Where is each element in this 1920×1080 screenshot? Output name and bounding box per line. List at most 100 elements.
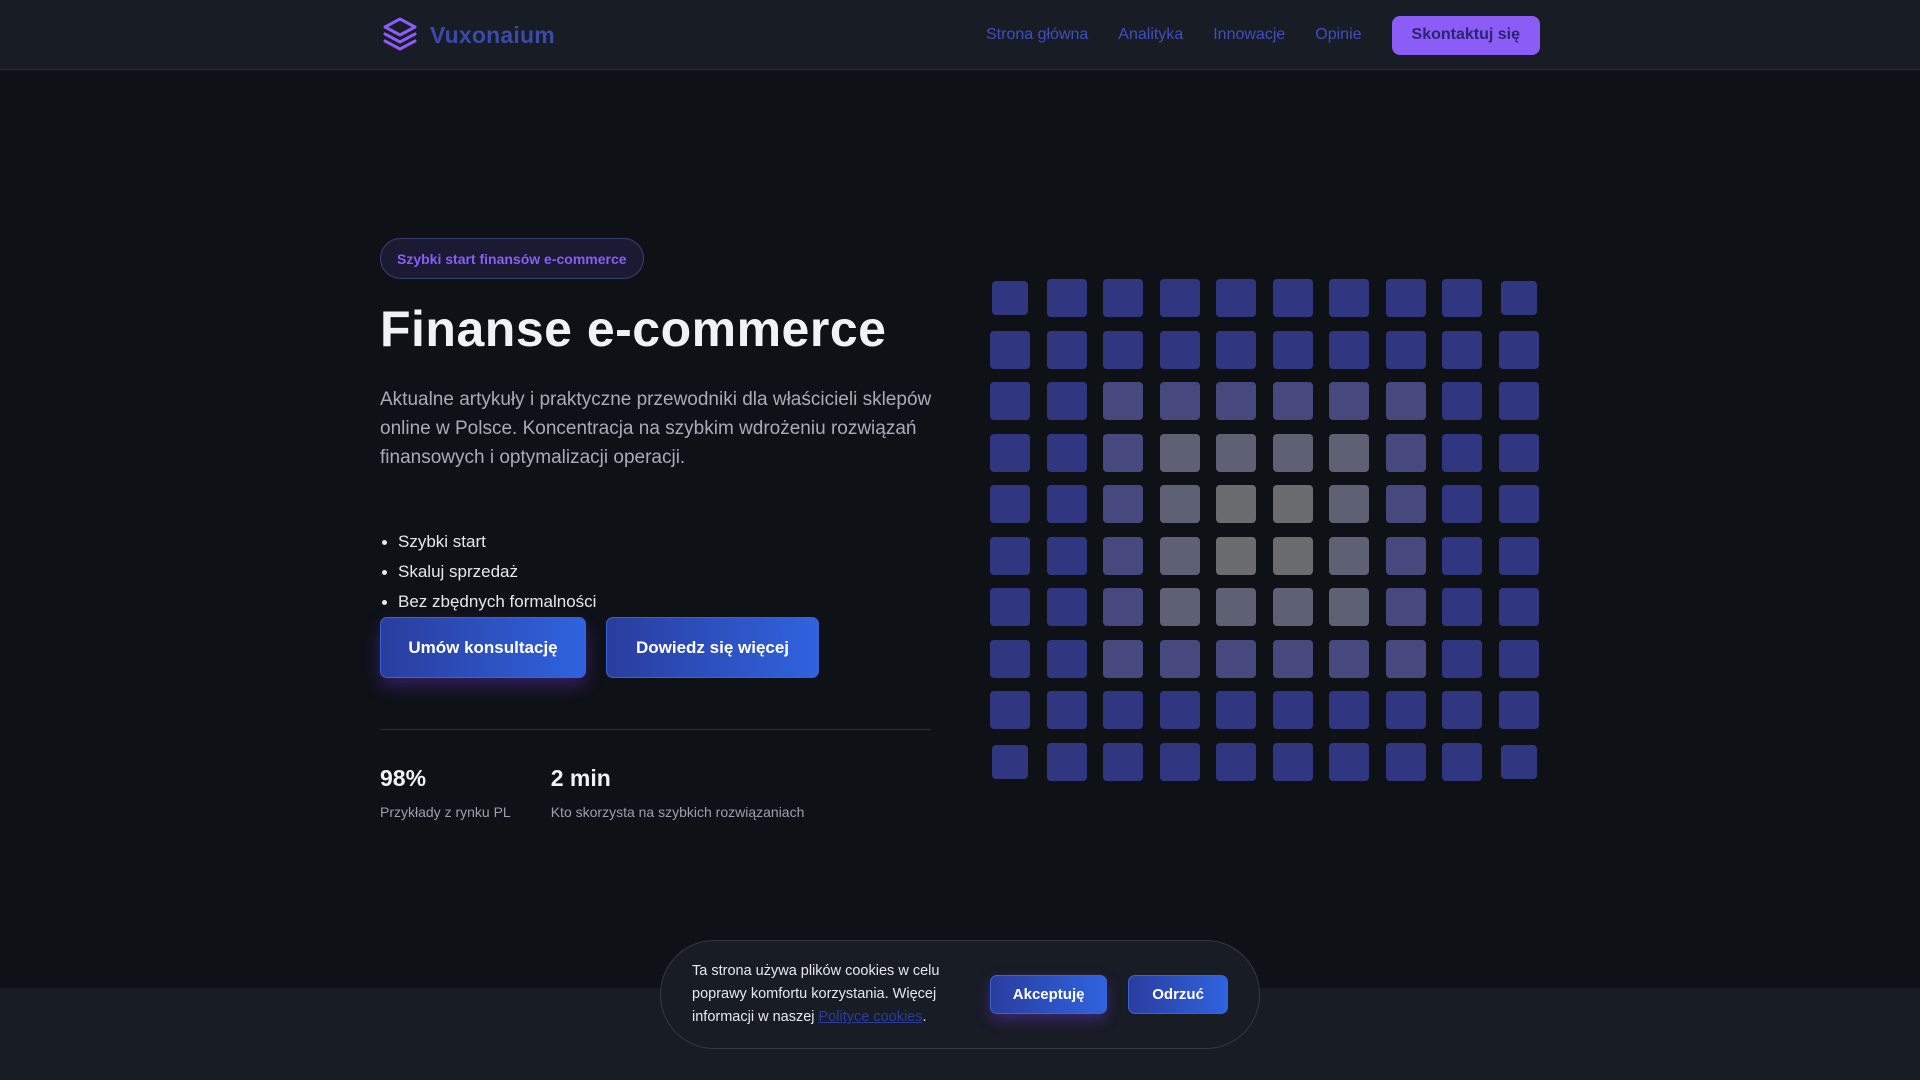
grid-tile	[1329, 588, 1369, 626]
grid-tile	[1442, 639, 1482, 678]
cookie-text-end: .	[922, 1009, 927, 1025]
grid-tile	[992, 744, 1028, 779]
grid-tile	[1442, 382, 1482, 420]
grid-tile	[1442, 279, 1482, 317]
grid-tile	[1329, 691, 1369, 729]
book-consultation-button[interactable]: Umów konsultację	[380, 617, 586, 678]
grid-tile	[1159, 742, 1200, 781]
grid-tile	[1272, 588, 1313, 626]
grid-tile	[1159, 279, 1200, 317]
grid-tile	[1498, 691, 1539, 729]
grid-tile	[1159, 639, 1200, 678]
grid-tile	[1498, 588, 1539, 626]
grid-tile	[1385, 382, 1426, 420]
stat-label: Przykłady z rynku PL	[380, 804, 511, 820]
grid-tile	[1046, 279, 1087, 317]
grid-tile	[1272, 330, 1313, 369]
grid-tile	[1385, 433, 1426, 472]
grid-tile	[1385, 485, 1426, 523]
grid-tile	[1442, 485, 1482, 523]
grid-tile	[1442, 433, 1482, 472]
grid-tile	[1103, 485, 1143, 523]
brand-name: Vuxonaium	[430, 21, 555, 48]
grid-tile	[1272, 382, 1313, 420]
grid-tile	[1103, 691, 1143, 729]
grid-tile	[1159, 485, 1200, 523]
accept-cookies-button[interactable]: Akceptuję	[990, 975, 1108, 1014]
grid-tile	[1103, 279, 1143, 317]
grid-tile	[1500, 281, 1537, 315]
grid-tile	[1385, 742, 1426, 781]
grid-tile	[1272, 279, 1313, 317]
layers-icon	[383, 17, 417, 51]
grid-tile	[1103, 382, 1143, 420]
contact-button[interactable]: Skontaktuj się	[1391, 15, 1540, 55]
grid-tile	[1216, 691, 1256, 729]
grid-tile	[1329, 639, 1369, 678]
grid-tile	[1442, 588, 1482, 626]
grid-tile	[1498, 639, 1539, 678]
top-navbar: Vuxonaium Strona główna Analityka Innowa…	[0, 0, 1920, 70]
reject-cookies-button[interactable]: Odrzuć	[1128, 975, 1228, 1014]
nav-links: Strona główna Analityka Innowacje Opinie…	[956, 15, 1540, 55]
grid-tile	[1498, 330, 1539, 369]
brand[interactable]: Vuxonaium	[380, 15, 555, 55]
grid-tile	[1216, 639, 1256, 678]
hero-title: Finanse e-commerce	[380, 301, 887, 357]
stat-label: Kto skorzysta na szybkich rozwiązaniach	[550, 804, 805, 820]
grid-tile	[990, 691, 1030, 729]
grid-tile	[1329, 536, 1369, 575]
grid-tile	[1385, 588, 1426, 626]
grid-tile	[1216, 330, 1256, 369]
nav-link-analytics[interactable]: Analityka	[1118, 26, 1183, 44]
grid-tile	[1272, 639, 1313, 678]
grid-tile	[1103, 588, 1143, 626]
nav-link-reviews[interactable]: Opinie	[1315, 26, 1361, 44]
grid-tile	[990, 330, 1030, 369]
nav-link-innovations[interactable]: Innowacje	[1213, 26, 1285, 44]
grid-tile	[1159, 588, 1200, 626]
hero-section: Szybki start finansów e-commerce Finanse…	[380, 238, 932, 820]
grid-tile	[1046, 639, 1087, 678]
cookie-text: Ta strona używa plików cookies w celu po…	[692, 960, 963, 1029]
stat-value: 2 min	[550, 765, 611, 791]
grid-tile	[1216, 485, 1256, 523]
hero-description: Aktualne artykuły i praktyczne przewodni…	[380, 389, 932, 468]
grid-tile	[1329, 433, 1369, 472]
grid-tile	[1216, 588, 1256, 626]
grid-tile	[1329, 330, 1369, 369]
grid-tile	[1046, 691, 1087, 729]
grid-tile	[1329, 382, 1369, 420]
grid-tile	[1046, 536, 1087, 575]
grid-tile	[1216, 279, 1256, 317]
feature-item: Szybki start	[380, 527, 932, 557]
grid-tile	[1159, 433, 1200, 472]
grid-tile	[1272, 433, 1313, 472]
grid-tile	[1216, 382, 1256, 420]
grid-tile	[1046, 485, 1087, 523]
grid-tile	[1498, 536, 1539, 575]
grid-tile	[1103, 330, 1143, 369]
grid-tile	[1159, 330, 1200, 369]
nav-link-home[interactable]: Strona główna	[986, 26, 1088, 44]
learn-more-button[interactable]: Dowiedz się więcej	[606, 617, 819, 678]
grid-tile	[1159, 691, 1200, 729]
grid-tile	[990, 639, 1030, 678]
grid-tile	[1103, 639, 1143, 678]
navbar-container: Vuxonaium Strona główna Analityka Innowa…	[380, 0, 1540, 70]
grid-tile	[1216, 433, 1256, 472]
grid-tile	[1216, 536, 1256, 575]
cookie-policy-link[interactable]: Polityce cookies	[819, 1009, 923, 1025]
grid-tile	[1329, 279, 1369, 317]
grid-tile	[1385, 639, 1426, 678]
grid-tile	[1103, 742, 1143, 781]
grid-tile	[990, 382, 1030, 420]
grid-tile	[1385, 691, 1426, 729]
divider	[380, 729, 931, 730]
grid-tile	[1103, 433, 1143, 472]
grid-tile	[990, 485, 1030, 523]
feature-list: Szybki start Skaluj sprzedaż Bez zbędnyc…	[380, 527, 932, 617]
grid-tile	[1329, 742, 1369, 781]
grid-tile	[1385, 536, 1426, 575]
grid-tile	[1046, 330, 1087, 369]
